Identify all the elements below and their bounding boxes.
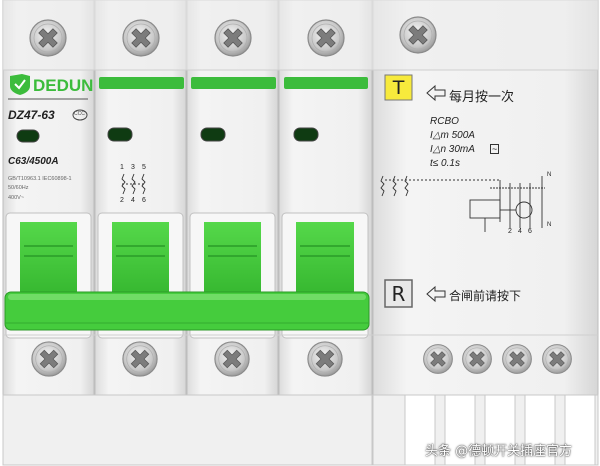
terminal-label-4: 4 [131, 197, 135, 204]
terminal-label-5: 5 [142, 164, 146, 171]
top-screw-1 [29, 19, 67, 57]
rcbo-n-bottom: N [547, 222, 552, 228]
breaker-product-photo: DEDUN DZ47-63 CCC C63/4500A GB/T10963.1 … [0, 0, 600, 466]
rcbo-out-6: 6 [528, 228, 532, 235]
status-window-1 [16, 129, 40, 143]
bottom-screw-5 [423, 344, 453, 374]
watermark: 头条 @德顿开关插座官方 [425, 444, 573, 459]
rcbo-out-4: 4 [518, 228, 522, 235]
top-screw-3 [214, 19, 252, 57]
test-button-key[interactable]: T [385, 75, 412, 100]
status-window-4 [293, 127, 319, 142]
rated-residual-label: I△n 30mA [430, 144, 475, 155]
brand-name: DEDUN [33, 76, 94, 95]
status-window-2 [107, 127, 133, 142]
bottom-screw-7 [502, 344, 532, 374]
ccc-mark-text: CCC [74, 111, 85, 117]
top-screw-2 [122, 19, 160, 57]
trip-time-label: t≤ 0.1s [430, 158, 460, 169]
terminal-label-2: 2 [120, 197, 124, 204]
rcbo-n-top: N [547, 172, 552, 178]
bottom-screw-4 [307, 341, 343, 377]
pole-indicator-bar-2 [99, 77, 184, 89]
terminal-label-3: 3 [131, 164, 135, 171]
voltage-label: 400V~ [8, 195, 25, 201]
top-screw-5 [399, 16, 437, 54]
reset-button-hint: 合闸前请按下 [449, 289, 522, 303]
test-button-hint: 每月按一次 [449, 90, 515, 105]
pole-indicator-bar-4 [284, 77, 368, 89]
rated-current-label: I△m 500A [430, 130, 475, 141]
model-label: DZ47-63 [8, 108, 55, 122]
terminal-label-1: 1 [120, 164, 124, 171]
rating-label: C63/4500A [8, 156, 59, 167]
standards-label: GB/T10963.1 IEC60898-1 [8, 176, 72, 182]
bottom-screw-2 [122, 341, 158, 377]
status-window-3 [200, 127, 226, 142]
terminal-label-6: 6 [142, 197, 146, 204]
bottom-screw-1 [31, 341, 67, 377]
frequency-label: 50/60Hz [8, 185, 29, 191]
bottom-screw-3 [214, 341, 250, 377]
bottom-screw-6 [462, 344, 492, 374]
rcbo-label: RCBO [430, 116, 459, 127]
rcbo-out-2: 2 [508, 228, 512, 235]
ac-symbol-icon: ~ [490, 144, 500, 154]
reset-button-key[interactable]: R [385, 280, 412, 307]
pole-indicator-bar-3 [191, 77, 276, 89]
bottom-screw-8 [542, 344, 572, 374]
top-screw-4 [307, 19, 345, 57]
